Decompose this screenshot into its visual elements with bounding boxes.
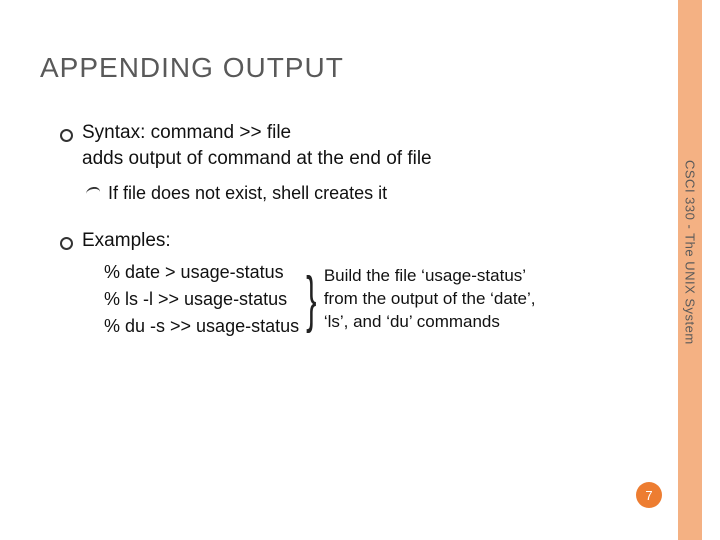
command-2: % ls -l >> usage-status (104, 286, 299, 313)
command-column: % date > usage-status % ls -l >> usage-s… (104, 259, 299, 340)
sub-bullet-note: If file does not exist, shell creates it (82, 181, 620, 205)
page-number: 7 (645, 488, 652, 503)
bullet-examples: Examples: % date > usage-status % ls -l … (60, 228, 620, 341)
syntax-line-2: adds output of command at the end of fil… (82, 146, 620, 172)
syntax-line-1: Syntax: command >> file (82, 120, 620, 146)
examples-row: % date > usage-status % ls -l >> usage-s… (82, 259, 620, 340)
command-3: % du -s >> usage-status (104, 313, 299, 340)
brace-icon: } (306, 275, 316, 325)
slide-title: APPENDING OUTPUT (40, 52, 344, 84)
command-1: % date > usage-status (104, 259, 299, 286)
page-number-badge: 7 (636, 482, 662, 508)
explain-text: Build the file ‘usage-status’ from the o… (324, 265, 554, 334)
bullet-list: Syntax: command >> file adds output of c… (60, 120, 620, 340)
bullet-syntax: Syntax: command >> file adds output of c… (60, 120, 620, 206)
slide-content: Syntax: command >> file adds output of c… (60, 120, 620, 342)
examples-label: Examples: (82, 228, 620, 254)
course-side-label: CSCI 330 - The UNIX System (680, 160, 700, 440)
sub-bullet-list: If file does not exist, shell creates it (82, 181, 620, 205)
